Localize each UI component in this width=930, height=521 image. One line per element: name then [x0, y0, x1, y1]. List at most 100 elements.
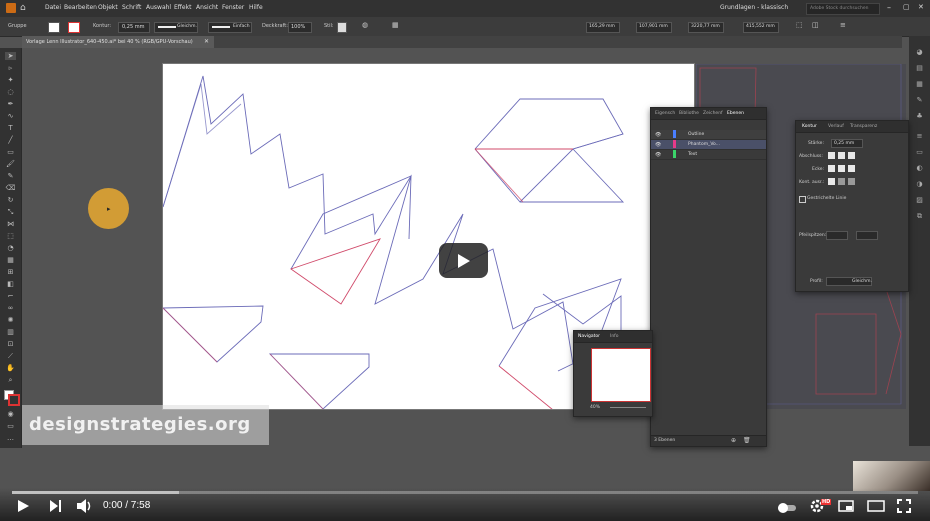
gradient-panel-icon[interactable]: ▭	[914, 148, 925, 156]
corner-miter-button[interactable]	[828, 165, 835, 172]
tab-navigator[interactable]: Navigator	[578, 334, 600, 339]
shape-builder-tool-icon[interactable]: ◔	[5, 244, 16, 252]
tab-bibliotheken[interactable]: Bibliothe	[679, 111, 699, 116]
color-guide-icon[interactable]: ▤	[914, 64, 925, 72]
tab-ebenen[interactable]: Ebenen	[727, 111, 744, 116]
fullscreen-icon[interactable]	[897, 499, 911, 517]
navigator-zoom-value[interactable]: 40%	[590, 405, 600, 410]
align-icon[interactable]: ▦	[392, 21, 399, 29]
stock-search-input[interactable]: Adobe Stock durchsuchen	[806, 3, 880, 15]
menu-datei[interactable]: Datei	[45, 4, 61, 11]
selection-tool-icon[interactable]: ➤	[5, 52, 16, 60]
artboard-tool-icon[interactable]: ⊡	[5, 340, 16, 348]
line-tool-icon[interactable]: ╱	[5, 136, 16, 144]
align-inside-button[interactable]	[838, 178, 845, 185]
stroke-color-swatch[interactable]	[8, 394, 20, 406]
cap-round-button[interactable]	[838, 152, 845, 159]
new-layer-icon[interactable]: ⊕	[731, 437, 736, 444]
visibility-eye-icon[interactable]: 👁	[655, 132, 661, 138]
transparency-panel-icon[interactable]: ◐	[914, 164, 925, 172]
x-field[interactable]: 165,29 mm	[586, 22, 620, 33]
menu-ansicht[interactable]: Ansicht	[196, 4, 218, 11]
color-panel-icon[interactable]: ◕	[914, 48, 925, 56]
arrow-end-dropdown[interactable]	[856, 231, 878, 240]
tab-verlauf[interactable]: Verlauf	[828, 124, 844, 129]
visibility-eye-icon[interactable]: 👁	[655, 152, 661, 158]
panel-menu-icon[interactable]: ≡	[840, 21, 846, 29]
tab-kontur[interactable]: Kontur	[802, 124, 817, 129]
direct-selection-tool-icon[interactable]: ▹	[5, 64, 16, 72]
menu-bearbeiten[interactable]: Bearbeiten	[64, 4, 97, 11]
stroke-weight-field[interactable]: 0,25 mm	[118, 22, 150, 33]
paintbrush-tool-icon[interactable]: 🖌	[5, 160, 16, 168]
delete-layer-icon[interactable]: 🗑	[743, 437, 751, 444]
gradient-tool-icon[interactable]: ◧	[5, 280, 16, 288]
play-control-icon[interactable]	[17, 499, 30, 517]
width-tool-icon[interactable]: ⋈	[5, 220, 16, 228]
brushes-icon[interactable]: ✎	[914, 96, 925, 104]
brush-dropdown[interactable]: Einfach	[208, 22, 252, 33]
fill-swatch[interactable]	[48, 22, 60, 33]
arrow-start-dropdown[interactable]	[826, 231, 848, 240]
eraser-tool-icon[interactable]: ⌫	[5, 184, 16, 192]
perspective-grid-tool-icon[interactable]: ▦	[5, 256, 16, 264]
recolor-icon[interactable]: ◍	[362, 21, 368, 29]
rectangle-tool-icon[interactable]: ▭	[5, 148, 16, 156]
screen-mode-icon[interactable]: ▭	[5, 422, 16, 430]
workspace-switcher[interactable]: Grundlagen - klassisch	[720, 4, 788, 11]
width-field[interactable]: 3220,77 mm	[688, 22, 724, 33]
tab-info[interactable]: Info	[610, 334, 619, 339]
next-icon[interactable]	[49, 499, 62, 517]
hand-tool-icon[interactable]: ✋	[5, 364, 16, 372]
align-outside-button[interactable]	[848, 178, 855, 185]
graphic-styles-icon[interactable]: ▨	[914, 196, 925, 204]
rotate-tool-icon[interactable]: ↻	[5, 196, 16, 204]
volume-icon[interactable]	[76, 498, 94, 518]
profile-dropdown[interactable]: Gleichm.	[826, 277, 872, 286]
theater-mode-icon[interactable]	[867, 500, 885, 516]
tab-eigenschaften[interactable]: Eigensch	[655, 111, 675, 116]
stroke-swatch[interactable]	[68, 22, 80, 33]
draw-mode-icon[interactable]: ◉	[5, 410, 16, 418]
type-tool-icon[interactable]: T	[5, 124, 16, 132]
slice-tool-icon[interactable]: ⟋	[5, 352, 16, 360]
stroke-profile-dropdown[interactable]: Gleichm.	[154, 22, 198, 33]
maximize-button[interactable]: ▢	[903, 3, 910, 11]
layer-row-text[interactable]: 👁 Text	[651, 150, 766, 160]
cap-butt-button[interactable]	[828, 152, 835, 159]
eyedropper-tool-icon[interactable]: ⌐	[5, 292, 16, 300]
menu-schrift[interactable]: Schrift	[122, 4, 141, 11]
menu-effekt[interactable]: Effekt	[174, 4, 191, 11]
scale-tool-icon[interactable]: ⤡	[5, 208, 16, 216]
layer-row-phantom[interactable]: 👁 Phantom_Vo...	[651, 140, 766, 150]
menu-fenster[interactable]: Fenster	[222, 4, 244, 11]
transform-icon[interactable]: ⬚	[796, 21, 803, 29]
big-play-button[interactable]	[439, 243, 488, 278]
curvature-tool-icon[interactable]: ∿	[5, 112, 16, 120]
symbols-icon[interactable]: ♣	[914, 112, 925, 120]
isolate-icon[interactable]: ◫	[812, 21, 819, 29]
lasso-tool-icon[interactable]: ◌	[5, 88, 16, 96]
height-field[interactable]: 415,552 mm	[743, 22, 779, 33]
navigator-zoom-slider[interactable]	[610, 407, 646, 408]
corner-bevel-button[interactable]	[848, 165, 855, 172]
weight-field[interactable]: 0,25 mm	[831, 139, 863, 148]
mesh-tool-icon[interactable]: ⊞	[5, 268, 16, 276]
visibility-eye-icon[interactable]: 👁	[655, 142, 661, 148]
magic-wand-tool-icon[interactable]: ✦	[5, 76, 16, 84]
cap-square-button[interactable]	[848, 152, 855, 159]
y-field[interactable]: 107,901 mm	[636, 22, 672, 33]
autoplay-toggle[interactable]	[778, 501, 798, 517]
dashed-line-checkbox[interactable]	[799, 196, 806, 203]
zoom-tool-icon[interactable]: ⌕	[5, 376, 16, 384]
close-window-button[interactable]: ✕	[918, 3, 924, 11]
pen-tool-icon[interactable]: ✒	[5, 100, 16, 108]
tab-zeichenflaechen[interactable]: Zeichenf	[703, 111, 723, 116]
align-center-button[interactable]	[828, 178, 835, 185]
symbol-sprayer-tool-icon[interactable]: ✺	[5, 316, 16, 324]
miniplayer-icon[interactable]	[838, 500, 854, 516]
swatches-icon[interactable]: ▦	[914, 80, 925, 88]
opacity-field[interactable]: 100%	[288, 22, 312, 33]
corner-round-button[interactable]	[838, 165, 845, 172]
close-tab-icon[interactable]: ✕	[204, 38, 209, 45]
